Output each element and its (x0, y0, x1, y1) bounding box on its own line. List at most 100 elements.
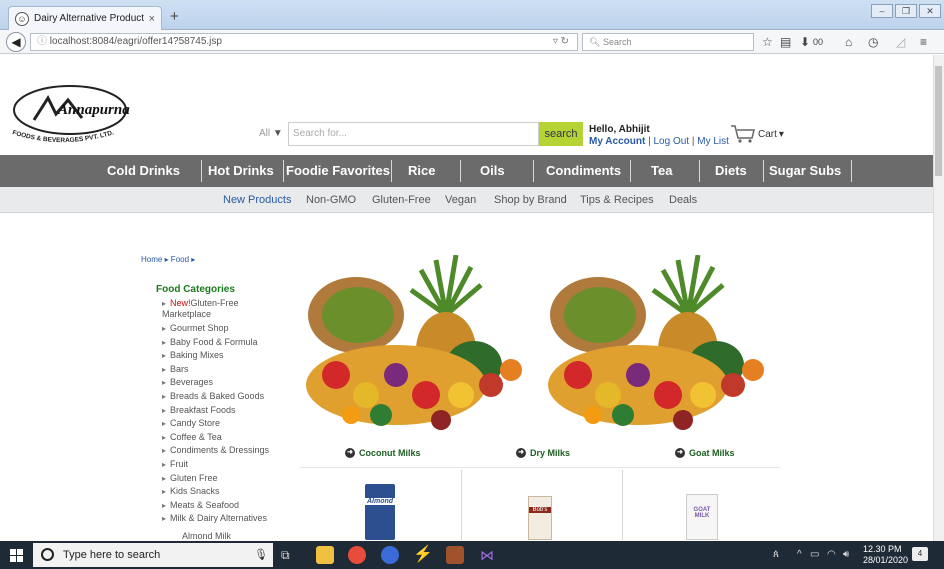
browser-tab[interactable]: ☺ Dairy Alternative Products |... × (8, 6, 162, 30)
maximize-button[interactable]: ❐ (895, 4, 917, 18)
nav-sugar-subs[interactable]: Sugar Subs (769, 155, 841, 187)
category-item[interactable]: Meats & Seafood (162, 499, 269, 513)
category-item-gluten-free-marketplace[interactable]: New!Gluten-FreeMarketplace (162, 298, 269, 319)
category-item[interactable]: Breakfast Foods (162, 404, 269, 418)
arrow-right-icon: ➜ (516, 448, 526, 458)
chrome-icon[interactable] (348, 546, 366, 564)
nav-condiments[interactable]: Condiments (546, 155, 621, 187)
arrow-right-icon: ➜ (675, 448, 685, 458)
category-item[interactable]: Candy Store (162, 417, 269, 431)
reading-list-icon[interactable]: ▤ (780, 35, 791, 49)
taskbar-search-placeholder: Type here to search (63, 549, 161, 561)
category-item[interactable]: Beverages (162, 376, 269, 390)
category-item[interactable]: Baking Mixes (162, 349, 269, 363)
sub-nav: New Products Non-GMO Gluten-Free Vegan S… (0, 187, 944, 213)
nav-diets[interactable]: Diets (715, 155, 747, 187)
brand-logo[interactable]: Annapurna FOODS & BEVERAGES PVT. LTD. (8, 80, 130, 150)
nav-cold-drinks[interactable]: Cold Drinks (107, 155, 180, 187)
category-item[interactable]: Coffee & Tea (162, 431, 269, 445)
product-link-goat-milks[interactable]: ➜ Goat Milks (675, 448, 735, 458)
task-view-icon[interactable]: ⧉ (281, 548, 290, 563)
taskbar-search-input[interactable]: Type here to search (33, 543, 273, 567)
category-item[interactable]: Gluten Free (162, 472, 269, 486)
category-item[interactable]: Milk & Dairy Alternatives (162, 512, 269, 526)
product-label: Goat Milks (689, 448, 735, 458)
back-button[interactable]: ◀ (6, 32, 26, 52)
pocket-icon[interactable]: ◿ (896, 35, 905, 49)
subnav-non-gmo[interactable]: Non-GMO (306, 194, 356, 206)
windows-start-icon[interactable] (10, 549, 23, 562)
category-item[interactable]: Condiments & Dressings (162, 444, 269, 458)
chevron-down-icon: ▼ (272, 128, 283, 139)
reload-icon[interactable]: ▿ ↻ (553, 34, 569, 50)
firefox-icon[interactable] (381, 546, 399, 564)
site-search-input[interactable]: Search for... (288, 122, 539, 146)
product-pack-goat-milk[interactable]: GOAT MILK (686, 494, 718, 540)
wifi-icon[interactable]: ◠ (827, 549, 836, 560)
taskbar-clock[interactable]: 12.30 PM 28/01/2020 (863, 544, 908, 566)
category-item[interactable]: Breads & Baked Goods (162, 390, 269, 404)
product-pack-dry-milk[interactable]: Bob's (528, 496, 552, 540)
subcategory-item[interactable]: Almond Milk (182, 531, 231, 541)
subnav-vegan[interactable]: Vegan (445, 194, 476, 206)
url-bar[interactable]: ⓘ localhost:8084/eagri/offer14?58745.jsp… (30, 33, 578, 51)
notification-icon[interactable]: 4 (912, 547, 928, 561)
people-icon[interactable]: ጰ (773, 549, 779, 560)
subnav-new-products[interactable]: New Products (223, 194, 291, 206)
home-icon[interactable]: ⌂ (845, 35, 852, 49)
download-count: 00 (813, 37, 824, 47)
nav-hot-drinks[interactable]: Hot Drinks (208, 155, 274, 187)
scrollbar-thumb[interactable] (935, 66, 942, 176)
new-tab-button[interactable]: + (170, 8, 179, 25)
microphone-icon[interactable]: 🎙︎ (254, 548, 268, 561)
show-hidden-icons[interactable]: ^ (797, 549, 802, 560)
logout-link[interactable]: Log Out (653, 136, 689, 147)
tab-close-button[interactable]: × (149, 13, 155, 25)
menu-icon[interactable]: ≡ (920, 35, 927, 49)
cart-button[interactable]: Cart ▾ (730, 124, 784, 144)
category-item[interactable]: Kids Snacks (162, 485, 269, 499)
category-item[interactable]: Bars (162, 363, 269, 377)
game-icon[interactable] (446, 546, 464, 564)
product-link-coconut-milks[interactable]: ➜ Coconut Milks (345, 448, 421, 458)
category-select[interactable]: All ▼ (256, 122, 288, 146)
visual-studio-icon[interactable]: ⋈ (478, 546, 496, 564)
search-button[interactable]: search (539, 122, 583, 146)
nav-foodie-favorites[interactable]: Foodie Favorites (286, 155, 390, 187)
info-icon: ⓘ (37, 36, 50, 47)
history-icon[interactable]: ◷ (868, 35, 878, 49)
product-image-dry-milks[interactable] (538, 255, 778, 445)
subnav-shop-by-brand[interactable]: Shop by Brand (494, 194, 567, 206)
nav-divider (851, 160, 852, 182)
divider (622, 470, 623, 540)
product-image-coconut-milks[interactable] (296, 255, 536, 445)
nav-oils[interactable]: Oils (480, 155, 505, 187)
separator: | (691, 136, 695, 147)
minimize-button[interactable]: ‒ (871, 4, 893, 18)
breadcrumb[interactable]: Home ▸ Food ▸ (141, 255, 195, 264)
category-heading: Food Categories (156, 284, 235, 295)
browser-navbar: ◀ ⓘ localhost:8084/eagri/offer14?58745.j… (0, 30, 944, 54)
subnav-deals[interactable]: Deals (669, 194, 697, 206)
cart-icon (731, 125, 755, 143)
cart-label: Cart (758, 128, 777, 140)
my-list-link[interactable]: My List (697, 136, 729, 147)
subnav-gluten-free[interactable]: Gluten-Free (372, 194, 431, 206)
nav-rice[interactable]: Rice (408, 155, 435, 187)
volume-icon[interactable]: 🔊︎ (843, 549, 849, 560)
file-explorer-icon[interactable] (316, 546, 334, 564)
close-window-button[interactable]: ✕ (919, 4, 941, 18)
app-icon[interactable]: ⚡ (413, 546, 433, 564)
browser-search-field[interactable]: 🔍︎ Search (582, 33, 754, 51)
category-item[interactable]: Baby Food & Formula (162, 336, 269, 350)
my-account-link[interactable]: My Account (589, 136, 645, 147)
battery-icon[interactable]: ▭ (810, 549, 819, 560)
category-item[interactable]: Gourmet Shop (162, 322, 269, 336)
category-item[interactable]: Fruit (162, 458, 269, 472)
product-link-dry-milks[interactable]: ➜ Dry Milks (516, 448, 570, 458)
download-icon[interactable]: ⬇ (800, 35, 810, 49)
bookmark-star-icon[interactable]: ☆ (762, 35, 773, 49)
subnav-tips-recipes[interactable]: Tips & Recipes (580, 194, 654, 206)
nav-tea[interactable]: Tea (651, 155, 672, 187)
product-pack-almond[interactable]: Almond (365, 484, 395, 540)
